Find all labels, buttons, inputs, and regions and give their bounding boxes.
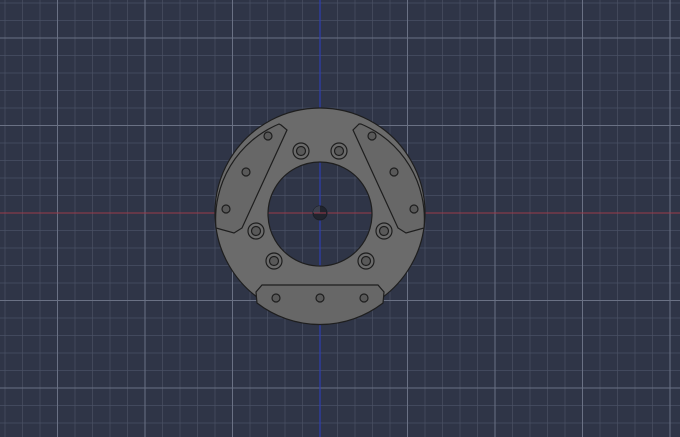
hole[interactable]	[315, 293, 325, 303]
bolt-hole[interactable]	[292, 142, 310, 160]
hole[interactable]	[271, 293, 281, 303]
bolt-hole[interactable]	[375, 222, 393, 240]
hole[interactable]	[389, 167, 399, 177]
hole[interactable]	[241, 167, 251, 177]
hole[interactable]	[263, 131, 273, 141]
hole[interactable]	[221, 204, 231, 214]
bolt-hole[interactable]	[357, 252, 375, 270]
origin-marker[interactable]	[312, 205, 328, 221]
viewport-background	[0, 0, 680, 437]
cad-viewport[interactable]	[0, 0, 680, 437]
hole[interactable]	[359, 293, 369, 303]
hole[interactable]	[409, 204, 419, 214]
bolt-hole[interactable]	[247, 222, 265, 240]
bolt-hole[interactable]	[265, 252, 283, 270]
bolt-hole[interactable]	[330, 142, 348, 160]
hole[interactable]	[367, 131, 377, 141]
